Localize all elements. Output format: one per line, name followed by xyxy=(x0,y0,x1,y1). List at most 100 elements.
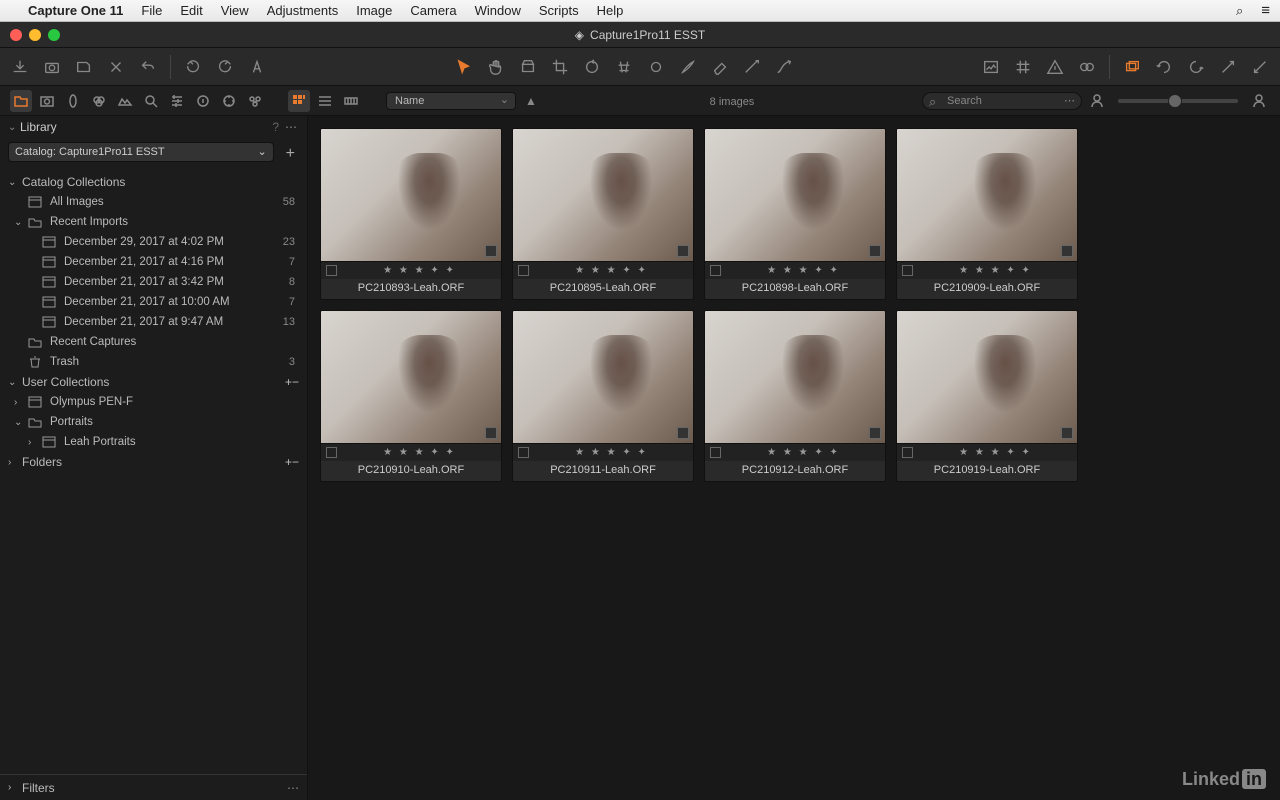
layers-icon[interactable] xyxy=(1122,57,1142,77)
tab-adjust-icon[interactable] xyxy=(166,90,188,112)
slider-knob[interactable] xyxy=(1168,94,1182,108)
thumbnail[interactable]: ★ ★ ★ ✦ ✦ PC210919-Leah.ORF xyxy=(896,310,1078,482)
tree-recent-imports[interactable]: ⌄ Recent Imports xyxy=(0,212,307,232)
tab-details-icon[interactable] xyxy=(140,90,162,112)
rating-stars[interactable]: ★ ★ ★ ✦ ✦ xyxy=(727,447,880,458)
thumb-checkbox[interactable] xyxy=(710,265,721,276)
rotate-icon[interactable] xyxy=(582,57,602,77)
thumbnail-size-slider[interactable] xyxy=(1118,99,1238,103)
app-name[interactable]: Capture One 11 xyxy=(28,3,123,18)
catalog-collections-header[interactable]: ⌄Catalog Collections xyxy=(0,172,307,192)
rating-stars[interactable]: ★ ★ ★ ✦ ✦ xyxy=(727,265,880,276)
thumb-image[interactable] xyxy=(705,311,885,443)
tab-batch-icon[interactable] xyxy=(244,90,266,112)
tree-import-4[interactable]: December 21, 2017 at 9:47 AM13 xyxy=(0,312,307,332)
add-folder-button[interactable]: + xyxy=(285,455,292,469)
heal-icon[interactable] xyxy=(774,57,794,77)
viewer-icon[interactable] xyxy=(981,57,1001,77)
focus-mask-icon[interactable] xyxy=(1077,57,1097,77)
tree-import-1[interactable]: December 21, 2017 at 4:16 PM7 xyxy=(0,252,307,272)
tree-import-0[interactable]: December 29, 2017 at 4:02 PM23 xyxy=(0,232,307,252)
thumb-checkbox[interactable] xyxy=(710,447,721,458)
thumb-checkbox[interactable] xyxy=(902,265,913,276)
thumb-image[interactable] xyxy=(513,129,693,261)
reset-icon[interactable] xyxy=(1154,57,1174,77)
thumbnail[interactable]: ★ ★ ★ ✦ ✦ PC210911-Leah.ORF xyxy=(512,310,694,482)
text-icon[interactable] xyxy=(247,57,267,77)
menu-edit[interactable]: Edit xyxy=(180,3,202,18)
thumb-image[interactable] xyxy=(897,129,1077,261)
catalog-select[interactable]: Catalog: Capture1Pro11 ESST xyxy=(8,142,274,162)
spotlight-icon[interactable]: ⌕ xyxy=(1236,3,1243,19)
search-input[interactable]: Search⋯ xyxy=(922,92,1082,110)
view-list-icon[interactable] xyxy=(314,90,336,112)
menu-help[interactable]: Help xyxy=(597,3,624,18)
user-right-icon[interactable] xyxy=(1248,90,1270,112)
menu-image[interactable]: Image xyxy=(356,3,392,18)
close-window-button[interactable] xyxy=(10,29,22,41)
thumb-checkbox[interactable] xyxy=(518,265,529,276)
tree-trash[interactable]: Trash3 xyxy=(0,352,307,372)
thumbnail[interactable]: ★ ★ ★ ✦ ✦ PC210910-Leah.ORF xyxy=(320,310,502,482)
view-grid-icon[interactable] xyxy=(288,90,310,112)
import-icon[interactable] xyxy=(10,57,30,77)
collapse-icon[interactable] xyxy=(1250,57,1270,77)
loupe-icon[interactable] xyxy=(518,57,538,77)
thumb-image[interactable] xyxy=(321,129,501,261)
menu-adjustments[interactable]: Adjustments xyxy=(267,3,339,18)
thumb-checkbox[interactable] xyxy=(518,447,529,458)
menu-extras-icon[interactable]: ≡ xyxy=(1261,2,1270,19)
tree-leah-portraits[interactable]: ›Leah Portraits xyxy=(0,432,307,452)
tree-olympus[interactable]: ›Olympus PEN-F xyxy=(0,392,307,412)
help-icon[interactable]: ? xyxy=(272,120,279,134)
rating-stars[interactable]: ★ ★ ★ ✦ ✦ xyxy=(919,265,1072,276)
undo-icon[interactable] xyxy=(138,57,158,77)
sort-select[interactable]: Name xyxy=(386,92,516,110)
thumbnail[interactable]: ★ ★ ★ ✦ ✦ PC210909-Leah.ORF xyxy=(896,128,1078,300)
tab-color-icon[interactable] xyxy=(88,90,110,112)
menu-file[interactable]: File xyxy=(141,3,162,18)
thumbnail[interactable]: ★ ★ ★ ✦ ✦ PC210912-Leah.ORF xyxy=(704,310,886,482)
redo-icon[interactable] xyxy=(215,57,235,77)
user-collections-header[interactable]: ⌄User Collections + − xyxy=(0,372,307,392)
tab-capture-icon[interactable] xyxy=(36,90,58,112)
filters-panel-header[interactable]: › Filters ⋯ xyxy=(0,774,307,800)
rating-stars[interactable]: ★ ★ ★ ✦ ✦ xyxy=(535,265,688,276)
panel-menu-icon[interactable]: ⋯ xyxy=(285,120,299,134)
rating-stars[interactable]: ★ ★ ★ ✦ ✦ xyxy=(343,447,496,458)
rating-stars[interactable]: ★ ★ ★ ✦ ✦ xyxy=(919,447,1072,458)
tree-portraits[interactable]: ⌄Portraits xyxy=(0,412,307,432)
tab-metadata-icon[interactable] xyxy=(192,90,214,112)
minimize-window-button[interactable] xyxy=(29,29,41,41)
delete-icon[interactable] xyxy=(106,57,126,77)
thumb-image[interactable] xyxy=(513,311,693,443)
sort-direction-icon[interactable]: ▲ xyxy=(520,90,542,112)
library-panel-header[interactable]: ⌄ Library ? ⋯ xyxy=(0,116,307,138)
gradient-icon[interactable] xyxy=(742,57,762,77)
thumb-checkbox[interactable] xyxy=(326,265,337,276)
keystone-icon[interactable] xyxy=(614,57,634,77)
spot-icon[interactable] xyxy=(646,57,666,77)
menu-view[interactable]: View xyxy=(221,3,249,18)
user-left-icon[interactable] xyxy=(1086,90,1108,112)
thumb-image[interactable] xyxy=(705,129,885,261)
reprocess-icon[interactable] xyxy=(1186,57,1206,77)
thumbnail[interactable]: ★ ★ ★ ✦ ✦ PC210895-Leah.ORF xyxy=(512,128,694,300)
tab-library-icon[interactable] xyxy=(10,90,32,112)
rating-stars[interactable]: ★ ★ ★ ✦ ✦ xyxy=(343,265,496,276)
brush-icon[interactable] xyxy=(678,57,698,77)
warning-icon[interactable] xyxy=(1045,57,1065,77)
tree-import-3[interactable]: December 21, 2017 at 10:00 AM7 xyxy=(0,292,307,312)
thumb-checkbox[interactable] xyxy=(326,447,337,458)
folders-header[interactable]: ›Folders + − xyxy=(0,452,307,472)
remove-folder-button[interactable]: − xyxy=(292,455,299,469)
zoom-window-button[interactable] xyxy=(48,29,60,41)
thumb-image[interactable] xyxy=(897,311,1077,443)
tree-recent-captures[interactable]: Recent Captures xyxy=(0,332,307,352)
add-catalog-button[interactable]: + xyxy=(282,145,299,163)
export-icon[interactable] xyxy=(74,57,94,77)
cursor-icon[interactable] xyxy=(454,57,474,77)
add-collection-button[interactable]: + xyxy=(285,375,292,389)
menu-window[interactable]: Window xyxy=(475,3,521,18)
eraser-icon[interactable] xyxy=(710,57,730,77)
